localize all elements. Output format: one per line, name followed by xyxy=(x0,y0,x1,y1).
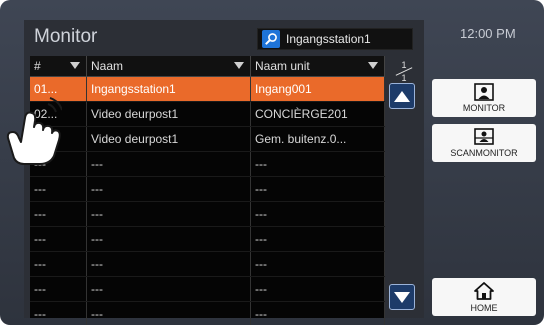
table-row[interactable]: --- --- --- xyxy=(30,277,385,302)
cell-naam: Video deurpost1 xyxy=(87,102,251,126)
column-naam-unit-label: Naam unit xyxy=(255,59,310,73)
intercom-screen: Monitor Ingangsstation1 # Naam Naam unit xyxy=(0,0,544,325)
table-row[interactable]: --- --- --- xyxy=(30,202,385,227)
monitor-icon xyxy=(474,83,494,101)
scanmonitor-icon xyxy=(474,128,494,145)
cell-naam-unit: Gem. buitenz.0... xyxy=(251,127,385,151)
page-title: Monitor xyxy=(34,26,98,47)
monitor-button[interactable]: MONITOR xyxy=(432,79,536,117)
column-number-label: # xyxy=(34,59,41,73)
cell-naam-unit: --- xyxy=(251,177,385,201)
table-header: # Naam Naam unit xyxy=(30,56,385,77)
cell-number: --- xyxy=(30,252,87,276)
cell-number: --- xyxy=(30,227,87,251)
cell-naam: --- xyxy=(87,227,251,251)
cell-naam-unit: --- xyxy=(251,202,385,226)
table-body: 01... Ingangsstation1 Ingang001 02... Vi… xyxy=(30,77,385,325)
page-indicator: 1 1 xyxy=(395,60,413,83)
arrow-up-icon xyxy=(394,90,410,102)
scroll-down-button[interactable] xyxy=(389,284,415,310)
column-naam-label: Naam xyxy=(91,59,124,73)
cell-naam-unit: --- xyxy=(251,152,385,176)
cell-naam-unit: --- xyxy=(251,302,385,325)
monitor-panel: Monitor Ingangsstation1 # Naam Naam unit xyxy=(24,20,424,325)
cell-number: --- xyxy=(30,177,87,201)
cell-number: --- xyxy=(30,302,87,325)
column-number-header[interactable]: # xyxy=(30,56,87,76)
table-row[interactable]: 01... Ingangsstation1 Ingang001 xyxy=(30,77,385,102)
cell-naam: --- xyxy=(87,177,251,201)
sort-arrow-icon xyxy=(368,62,378,69)
cell-naam-unit: --- xyxy=(251,227,385,251)
cell-naam-unit: Ingang001 xyxy=(251,77,385,101)
table-row[interactable]: 02... Video deurpost1 CONCIÈRGE201 xyxy=(30,102,385,127)
cell-naam: Ingangsstation1 xyxy=(87,77,251,101)
column-naam-header[interactable]: Naam xyxy=(87,56,251,76)
cell-naam: --- xyxy=(87,252,251,276)
table-row[interactable]: --- --- --- xyxy=(30,177,385,202)
cell-naam-unit: --- xyxy=(251,277,385,301)
scrollbar: 1 1 xyxy=(385,56,418,318)
table-row[interactable]: --- --- --- xyxy=(30,227,385,252)
arrow-down-icon xyxy=(394,291,410,303)
cell-naam: Video deurpost1 xyxy=(87,127,251,151)
hand-pointer-icon xyxy=(6,97,62,165)
sort-arrow-icon xyxy=(70,62,80,69)
column-naam-unit-header[interactable]: Naam unit xyxy=(251,56,385,76)
cell-number: --- xyxy=(30,202,87,226)
monitor-button-label: MONITOR xyxy=(462,103,506,113)
table-row[interactable]: --- --- --- xyxy=(30,252,385,277)
search-value: Ingangsstation1 xyxy=(286,32,371,46)
sort-arrow-icon xyxy=(234,62,244,69)
scroll-up-button[interactable] xyxy=(389,83,415,109)
cell-naam: --- xyxy=(87,202,251,226)
clock: 12:00 PM xyxy=(460,26,516,41)
home-button-label: HOME xyxy=(470,303,498,313)
cell-naam-unit: --- xyxy=(251,252,385,276)
search-icon xyxy=(262,30,280,48)
cell-naam-unit: CONCIÈRGE201 xyxy=(251,102,385,126)
station-table: # Naam Naam unit 01... Ingangsstation1 I… xyxy=(30,56,385,325)
table-row[interactable]: --- --- --- xyxy=(30,302,385,325)
scanmonitor-button-label: SCANMONITOR xyxy=(450,148,518,158)
table-row[interactable]: --- --- --- xyxy=(30,152,385,177)
table-row[interactable]: 03... Video deurpost1 Gem. buitenz.0... xyxy=(30,127,385,152)
cell-naam: --- xyxy=(87,277,251,301)
cell-naam: --- xyxy=(87,152,251,176)
scanmonitor-button[interactable]: SCANMONITOR xyxy=(432,124,536,162)
home-button[interactable]: HOME xyxy=(432,278,536,316)
home-icon xyxy=(474,282,494,300)
cell-naam: --- xyxy=(87,302,251,325)
search-field[interactable]: Ingangsstation1 xyxy=(257,28,413,50)
cell-number: --- xyxy=(30,277,87,301)
